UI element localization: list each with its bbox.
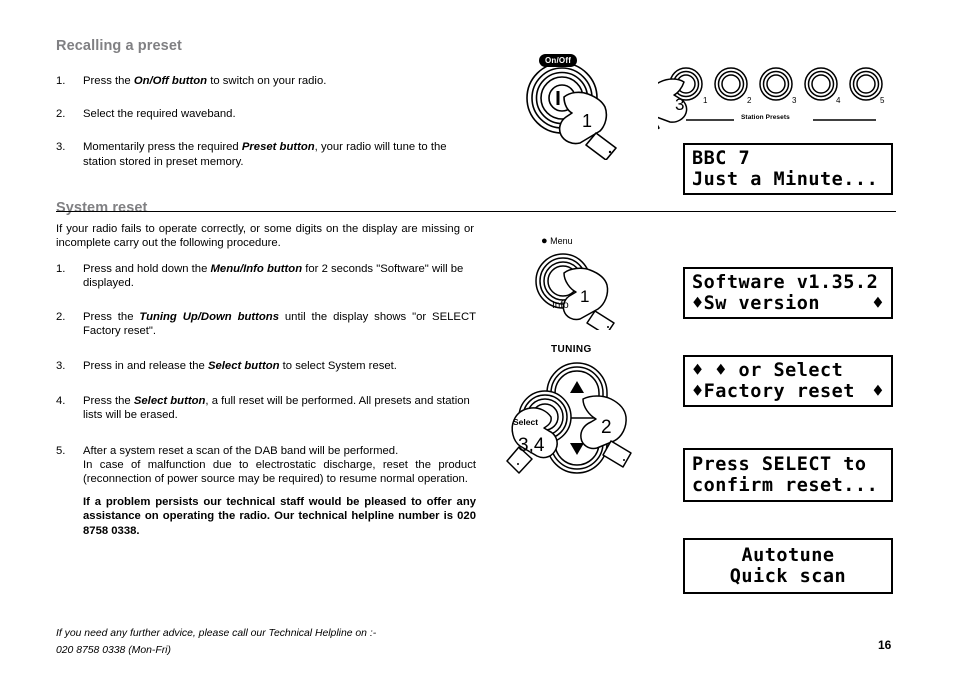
step-text: Press the Select button, a full reset wi… — [83, 395, 470, 422]
tuning-title: TUNING — [551, 344, 592, 355]
section-divider — [56, 211, 896, 212]
lcd-line-2: ♦Factory reset ♦ — [692, 381, 884, 402]
lcd-display-confirm: Press SELECT to confirm reset... — [683, 448, 893, 502]
manual-page: Recalling a preset 1. Press the On/Off b… — [0, 0, 954, 673]
lcd-display-factory-reset: ♦ ♦ or Select ♦Factory reset ♦ — [683, 355, 893, 407]
step-number: 2. — [56, 108, 66, 121]
step-text: Press in and release the Select button t… — [83, 360, 397, 373]
page-title-recalling: Recalling a preset — [56, 38, 182, 54]
lcd-line-2: ♦Sw version ♦ — [692, 293, 884, 314]
steps-recalling: 1. Press the On/Off button to switch on … — [56, 74, 476, 169]
info-label: Info — [552, 300, 569, 311]
menu-info-knob-illustration: 1 — [535, 253, 615, 330]
system-reset-intro: If your radio fails to operate correctly… — [56, 222, 474, 250]
hand-number-3: 3 — [675, 95, 684, 114]
preset-number-2: 2 — [747, 96, 752, 105]
list-item: 3. Press in and release the Select butto… — [56, 359, 476, 373]
lcd-display-bbc7: BBC 7 Just a Minute... — [683, 143, 893, 195]
select-label: Select — [513, 417, 539, 427]
preset-number-1: 1 — [703, 96, 708, 105]
hand-number-3-4: 3,4 — [518, 435, 545, 456]
list-item: 1. Press the On/Off button to switch on … — [56, 74, 476, 88]
list-item: 4. Press the Select button, a full reset… — [56, 394, 476, 422]
lcd-display-software: Software v1.35.2 ♦Sw version ♦ — [683, 267, 893, 319]
step-text: Press the On/Off button to switch on you… — [83, 75, 327, 87]
step-number: 4. — [56, 395, 66, 408]
onoff-knob-illustration: 1 — [526, 62, 617, 160]
page-title-system-reset: System reset — [56, 199, 148, 216]
footer-line-1: If you need any further advice, please c… — [56, 628, 377, 639]
list-item: 5. After a system reset a scan of the DA… — [56, 444, 476, 538]
preset-number-4: 4 — [836, 96, 841, 105]
station-presets-caption: Station Presets — [741, 114, 790, 121]
steps-system-reset: 1. Press and hold down the Menu/Info but… — [56, 262, 476, 538]
preset-number-5: 5 — [880, 96, 885, 105]
list-item: 2. Select the required waveband. — [56, 107, 476, 121]
step-number: 5. — [56, 444, 66, 457]
lcd-line-2: Quick scan — [729, 566, 847, 587]
step-text: Press the Tuning Up/Down buttons until t… — [83, 310, 476, 337]
hand-number-2: 2 — [601, 417, 612, 438]
tuning-down-arrow-icon — [570, 443, 584, 455]
footer-helpline: If you need any further advice, please c… — [56, 626, 496, 659]
menu-bullet-icon: ● — [541, 235, 548, 247]
list-item: 2. Press the Tuning Up/Down buttons unti… — [56, 310, 476, 338]
step-text: Momentarily press the required Preset bu… — [83, 141, 447, 168]
lcd-line-2: Just a Minute... — [692, 169, 879, 190]
tuning-up-arrow-icon — [570, 381, 584, 393]
step-text: After a system reset a scan of the DAB b… — [83, 444, 476, 537]
lcd-line-1: Press SELECT to — [692, 454, 867, 475]
lcd-line-2-left: ♦Sw version — [692, 293, 821, 314]
lcd-line-2-right: ♦ — [872, 381, 884, 402]
lcd-display-autotune: Autotune Quick scan — [683, 538, 893, 594]
footer-line-2: 020 8758 0338 (Mon-Fri) — [56, 644, 171, 656]
lcd-line-1: Software v1.35.2 — [692, 272, 879, 293]
lcd-line-2: confirm reset... — [692, 475, 879, 496]
lcd-line-1: ♦ ♦ or Select — [692, 360, 844, 381]
step-text: Select the required waveband. — [83, 108, 236, 121]
step-text: Press and hold down the Menu/Info button… — [83, 263, 464, 290]
list-item: 1. Press and hold down the Menu/Info but… — [56, 262, 476, 290]
step-number: 2. — [56, 310, 66, 323]
lcd-line-1: Autotune — [741, 545, 835, 566]
preset-number-3: 3 — [792, 96, 797, 105]
hand-number-1: 1 — [582, 111, 592, 131]
step-number: 1. — [56, 263, 66, 276]
lcd-line-1: BBC 7 — [692, 148, 751, 169]
menu-label: ● Menu — [541, 235, 573, 247]
lcd-line-2-left: ♦Factory reset — [692, 381, 855, 402]
hand-number-1: 1 — [580, 287, 589, 306]
page-number: 16 — [878, 638, 892, 652]
list-item: 3. Momentarily press the required Preset… — [56, 140, 476, 168]
lcd-line-2-right: ♦ — [872, 293, 884, 314]
step-number: 3. — [56, 141, 66, 154]
onoff-label: On/Off — [539, 54, 578, 67]
text-column: Recalling a preset 1. Press the On/Off b… — [56, 38, 476, 557]
step-number: 3. — [56, 360, 66, 373]
step-number: 1. — [56, 75, 66, 87]
